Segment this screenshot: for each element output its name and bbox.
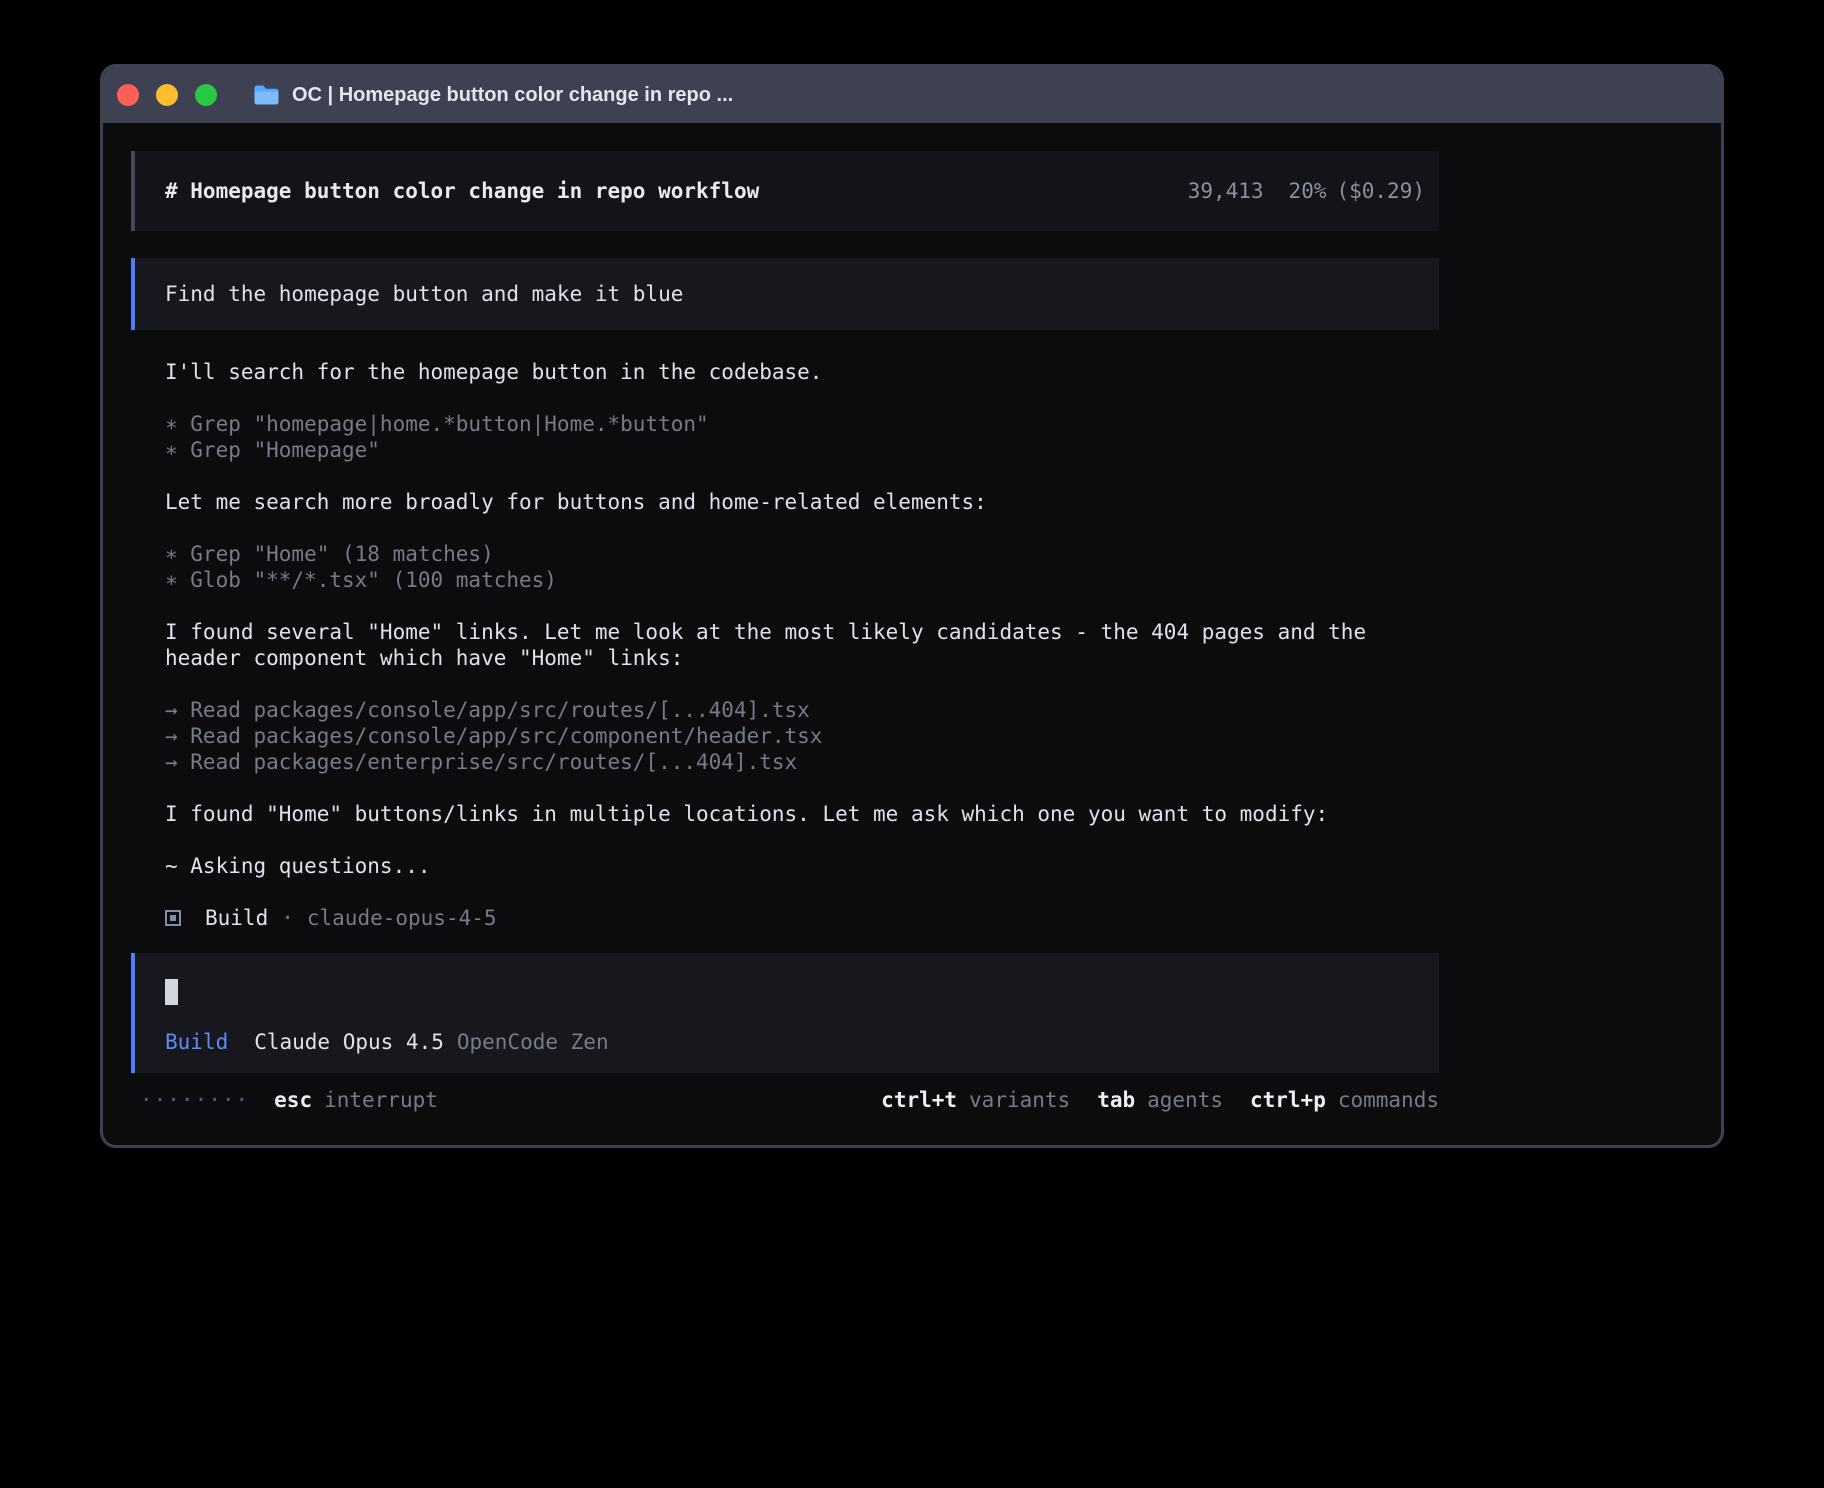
- traffic-lights: [117, 84, 217, 106]
- token-count: 39,413: [1188, 179, 1264, 203]
- mode-badge[interactable]: Build: [165, 1029, 228, 1055]
- session-transcript: # Homepage button color change in repo w…: [131, 151, 1439, 1113]
- agent-model: claude-opus-4-5: [307, 905, 497, 931]
- status-bar-right: ctrl+t variants tab agents ctrl+p comman…: [881, 1087, 1439, 1113]
- session-stats: 39,413 20% ($0.29): [1188, 178, 1425, 204]
- tool-call-glob: ∗ Glob "**/*.tsx" (100 matches): [131, 567, 1439, 593]
- title-bar: OC | Homepage button color change in rep…: [103, 67, 1721, 123]
- working-status: ~ Asking questions...: [131, 853, 1439, 879]
- assistant-text: header component which have "Home" links…: [131, 645, 1439, 671]
- tool-call-grep: ∗ Grep "Home" (18 matches): [131, 541, 1439, 567]
- hint-label-interrupt: interrupt: [324, 1087, 438, 1113]
- tool-call-group: → Read packages/console/app/src/routes/[…: [131, 697, 1439, 775]
- user-message: Find the homepage button and make it blu…: [131, 258, 1439, 330]
- input-status-row: Build Claude Opus 4.5 OpenCode Zen: [165, 1029, 1419, 1055]
- tool-call-read: → Read packages/console/app/src/componen…: [131, 723, 1439, 749]
- session-title: # Homepage button color change in repo w…: [165, 178, 759, 204]
- close-button[interactable]: [117, 84, 139, 106]
- minimize-button[interactable]: [156, 84, 178, 106]
- terminal-content: # Homepage button color change in repo w…: [103, 123, 1721, 1113]
- separator-dot: ·: [281, 905, 294, 931]
- agent-icon: [165, 910, 181, 926]
- prompt-input[interactable]: Build Claude Opus 4.5 OpenCode Zen: [131, 953, 1439, 1073]
- zoom-button[interactable]: [195, 84, 217, 106]
- user-message-text: Find the homepage button and make it blu…: [165, 281, 683, 307]
- assistant-paragraph: I found several "Home" links. Let me loo…: [131, 619, 1439, 671]
- status-bar: ········ esc interrupt ctrl+t variants t…: [131, 1087, 1439, 1113]
- tool-call-grep: ∗ Grep "homepage|home.*button|Home.*butt…: [131, 411, 1439, 437]
- session-cost: ($0.29): [1336, 179, 1425, 203]
- model-name[interactable]: Claude Opus 4.5: [254, 1029, 444, 1055]
- hint-key-tab: tab: [1097, 1087, 1135, 1113]
- assistant-text: I found "Home" buttons/links in multiple…: [131, 801, 1439, 827]
- hint-label-commands: commands: [1338, 1087, 1439, 1113]
- context-percent: 20%: [1289, 179, 1327, 203]
- agent-status-line: Build · claude-opus-4-5: [131, 905, 1439, 931]
- assistant-text: I found several "Home" links. Let me loo…: [131, 619, 1439, 645]
- assistant-text: I'll search for the homepage button in t…: [131, 359, 1439, 385]
- folder-icon: [253, 84, 280, 106]
- hint-key-esc: esc: [274, 1087, 312, 1113]
- window-title: OC | Homepage button color change in rep…: [292, 84, 733, 107]
- tool-call-read: → Read packages/console/app/src/routes/[…: [131, 697, 1439, 723]
- session-header: # Homepage button color change in repo w…: [131, 151, 1439, 231]
- agent-name: Build: [205, 905, 268, 931]
- spinner-dots: ········: [140, 1087, 249, 1113]
- hint-label-agents: agents: [1147, 1087, 1223, 1113]
- hint-key-ctrl-t: ctrl+t: [881, 1087, 957, 1113]
- assistant-text: Let me search more broadly for buttons a…: [131, 489, 1439, 515]
- terminal-window: OC | Homepage button color change in rep…: [100, 64, 1724, 1148]
- tool-call-grep: ∗ Grep "Homepage": [131, 437, 1439, 463]
- hint-key-ctrl-p: ctrl+p: [1250, 1087, 1326, 1113]
- tool-call-group: ∗ Grep "homepage|home.*button|Home.*butt…: [131, 411, 1439, 463]
- tool-call-group: ∗ Grep "Home" (18 matches) ∗ Glob "**/*.…: [131, 541, 1439, 593]
- status-bar-left: ········ esc interrupt: [131, 1087, 438, 1113]
- text-cursor: [165, 979, 178, 1005]
- provider-name: OpenCode Zen: [457, 1029, 609, 1055]
- hint-label-variants: variants: [969, 1087, 1070, 1113]
- tool-call-read: → Read packages/enterprise/src/routes/[.…: [131, 749, 1439, 775]
